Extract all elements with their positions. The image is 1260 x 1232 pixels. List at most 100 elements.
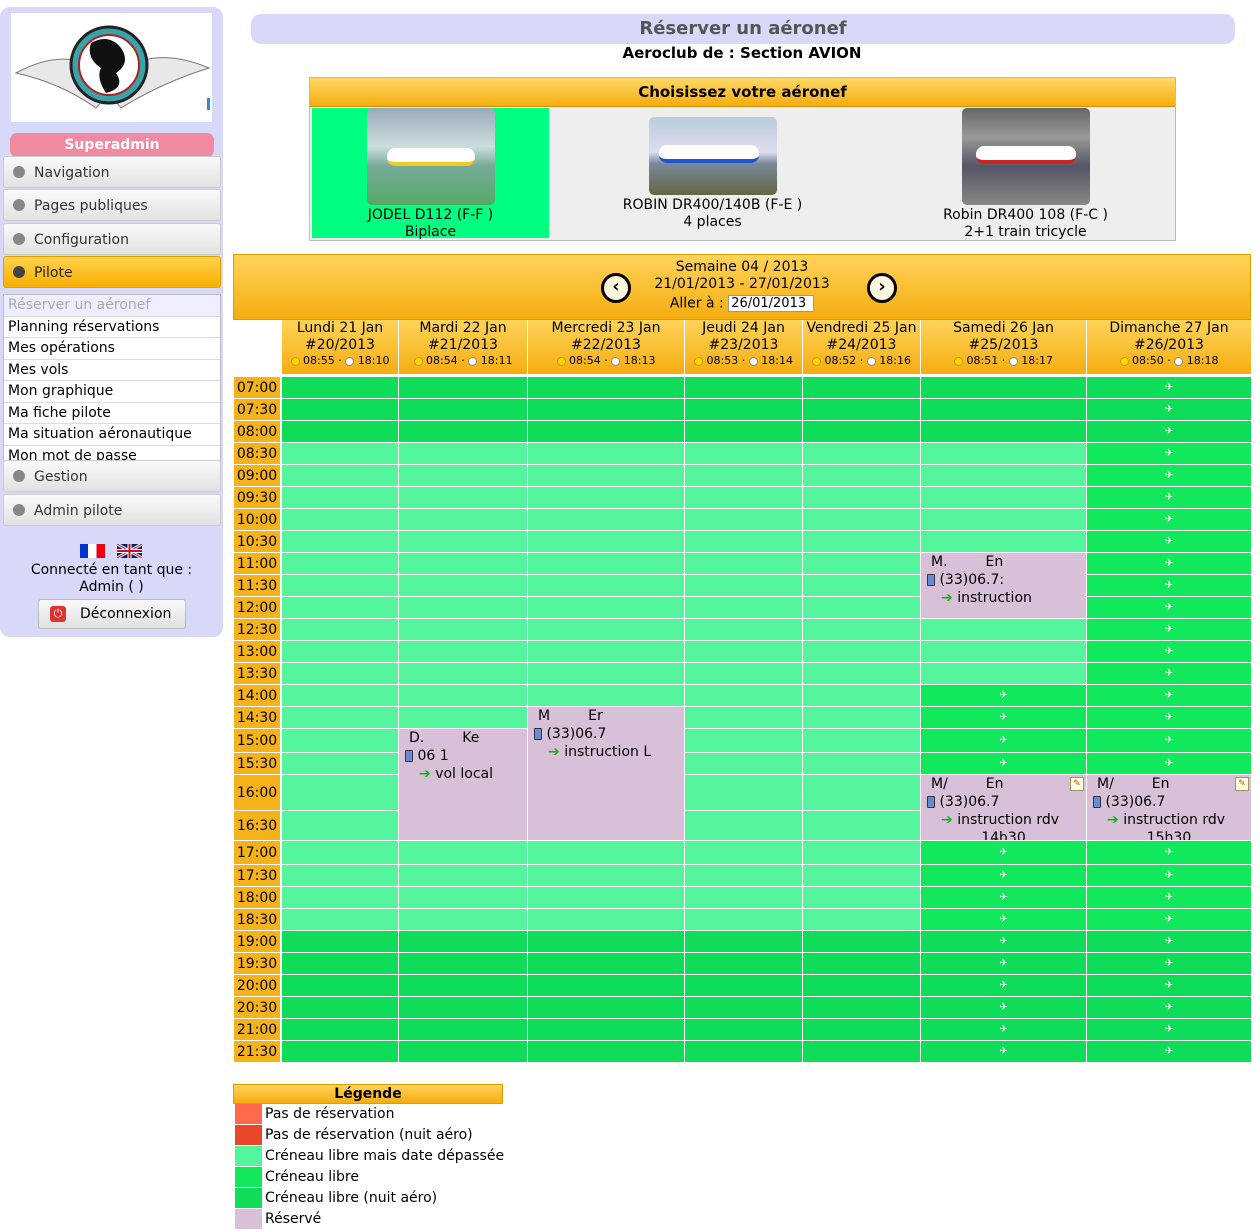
- book-plane-icon[interactable]: ✈: [1163, 870, 1175, 880]
- time-slot[interactable]: ✈: [1086, 596, 1251, 618]
- edit-icon[interactable]: ✎: [1235, 777, 1249, 791]
- time-slot[interactable]: ✈: [920, 996, 1086, 1018]
- flag-fr-icon[interactable]: [80, 544, 105, 558]
- aircraft-card-1[interactable]: JODEL D112 (F-F ) Biplace: [312, 108, 549, 240]
- logout-button[interactable]: ⏻ Déconnexion: [38, 599, 186, 629]
- nav-gestion[interactable]: Gestion: [3, 460, 221, 492]
- nav-admin-pilote[interactable]: Admin pilote: [3, 494, 221, 526]
- book-plane-icon[interactable]: ✈: [1163, 536, 1175, 546]
- book-plane-icon[interactable]: ✈: [998, 1002, 1010, 1012]
- book-plane-icon[interactable]: ✈: [1163, 602, 1175, 612]
- book-plane-icon[interactable]: ✈: [998, 892, 1010, 902]
- book-plane-icon[interactable]: ✈: [1163, 1046, 1175, 1056]
- time-slot[interactable]: ✈: [920, 952, 1086, 974]
- reservation-block[interactable]: M Er (33)06.7 ➔ instruction L: [527, 706, 684, 840]
- book-plane-icon[interactable]: ✈: [1163, 980, 1175, 990]
- reservation-block[interactable]: M/En (33)06.7 ➔ instruction rdv 15h30 ✎: [1086, 774, 1251, 840]
- time-slot[interactable]: ✈: [1086, 728, 1251, 752]
- time-slot[interactable]: ✈: [1086, 618, 1251, 640]
- time-slot[interactable]: ✈: [920, 974, 1086, 996]
- reservation-block[interactable]: D. Ke 06 1 ➔ vol local: [398, 728, 527, 840]
- aircraft-card-3[interactable]: Robin DR400 108 (F-C ) 2+1 train tricycl…: [876, 108, 1175, 240]
- time-slot[interactable]: ✈: [1086, 908, 1251, 930]
- submenu-graph[interactable]: Mon graphique: [4, 381, 220, 403]
- time-slot[interactable]: ✈: [920, 908, 1086, 930]
- nav-public-pages[interactable]: Pages publiques: [3, 189, 221, 221]
- submenu-reserve[interactable]: Réserver un aéronef: [4, 295, 220, 317]
- book-plane-icon[interactable]: ✈: [998, 758, 1010, 768]
- book-plane-icon[interactable]: ✈: [1163, 1024, 1175, 1034]
- submenu-operations[interactable]: Mes opérations: [4, 338, 220, 360]
- book-plane-icon[interactable]: ✈: [1163, 958, 1175, 968]
- time-slot[interactable]: ✈: [1086, 952, 1251, 974]
- time-slot[interactable]: ✈: [920, 684, 1086, 706]
- book-plane-icon[interactable]: ✈: [1163, 735, 1175, 745]
- time-slot[interactable]: ✈: [1086, 886, 1251, 908]
- time-slot[interactable]: ✈: [1086, 864, 1251, 886]
- time-slot[interactable]: ✈: [1086, 996, 1251, 1018]
- book-plane-icon[interactable]: ✈: [998, 735, 1010, 745]
- book-plane-icon[interactable]: ✈: [998, 914, 1010, 924]
- time-slot[interactable]: ✈: [1086, 1040, 1251, 1062]
- book-plane-icon[interactable]: ✈: [998, 1046, 1010, 1056]
- aircraft-card-2[interactable]: ROBIN DR400/140B (F-E ) 4 places: [550, 108, 875, 238]
- time-slot[interactable]: ✈: [1086, 574, 1251, 596]
- time-slot[interactable]: ✈: [1086, 376, 1251, 398]
- book-plane-icon[interactable]: ✈: [998, 690, 1010, 700]
- time-slot[interactable]: ✈: [1086, 706, 1251, 728]
- time-slot[interactable]: ✈: [920, 864, 1086, 886]
- book-plane-icon[interactable]: ✈: [998, 980, 1010, 990]
- time-slot[interactable]: ✈: [920, 752, 1086, 774]
- time-slot[interactable]: ✈: [1086, 508, 1251, 530]
- book-plane-icon[interactable]: ✈: [998, 847, 1010, 857]
- nav-navigation[interactable]: Navigation: [3, 156, 221, 188]
- time-slot[interactable]: ✈: [920, 728, 1086, 752]
- book-plane-icon[interactable]: ✈: [1163, 404, 1175, 414]
- time-slot[interactable]: ✈: [920, 840, 1086, 864]
- submenu-aero-status[interactable]: Ma situation aéronautique: [4, 424, 220, 446]
- book-plane-icon[interactable]: ✈: [1163, 847, 1175, 857]
- book-plane-icon[interactable]: ✈: [1163, 426, 1175, 436]
- book-plane-icon[interactable]: ✈: [1163, 914, 1175, 924]
- book-plane-icon[interactable]: ✈: [1163, 448, 1175, 458]
- time-slot[interactable]: ✈: [1086, 442, 1251, 464]
- time-slot[interactable]: ✈: [1086, 752, 1251, 774]
- time-slot[interactable]: ✈: [920, 930, 1086, 952]
- time-slot[interactable]: ✈: [1086, 552, 1251, 574]
- book-plane-icon[interactable]: ✈: [998, 870, 1010, 880]
- nav-configuration[interactable]: Configuration: [3, 223, 221, 255]
- time-slot[interactable]: ✈: [1086, 840, 1251, 864]
- time-slot[interactable]: ✈: [920, 886, 1086, 908]
- book-plane-icon[interactable]: ✈: [1163, 758, 1175, 768]
- book-plane-icon[interactable]: ✈: [1163, 492, 1175, 502]
- reservation-block[interactable]: M. En (33)06.7: ➔ instruction: [920, 552, 1086, 618]
- book-plane-icon[interactable]: ✈: [998, 1024, 1010, 1034]
- book-plane-icon[interactable]: ✈: [1163, 646, 1175, 656]
- book-plane-icon[interactable]: ✈: [1163, 936, 1175, 946]
- flag-uk-icon[interactable]: [117, 544, 142, 558]
- book-plane-icon[interactable]: ✈: [1163, 668, 1175, 678]
- reservation-block[interactable]: M/En (33)06.7 ➔ instruction rdv 14h30 ✎: [920, 774, 1086, 840]
- time-slot[interactable]: ✈: [920, 1018, 1086, 1040]
- time-slot[interactable]: ✈: [1086, 974, 1251, 996]
- time-slot[interactable]: ✈: [1086, 684, 1251, 706]
- book-plane-icon[interactable]: ✈: [998, 712, 1010, 722]
- submenu-flights[interactable]: Mes vols: [4, 360, 220, 381]
- book-plane-icon[interactable]: ✈: [998, 958, 1010, 968]
- time-slot[interactable]: ✈: [1086, 1018, 1251, 1040]
- book-plane-icon[interactable]: ✈: [1163, 892, 1175, 902]
- edit-icon[interactable]: ✎: [1070, 777, 1084, 791]
- book-plane-icon[interactable]: ✈: [1163, 712, 1175, 722]
- time-slot[interactable]: ✈: [1086, 464, 1251, 486]
- time-slot[interactable]: ✈: [1086, 486, 1251, 508]
- submenu-pilot-file[interactable]: Ma fiche pilote: [4, 403, 220, 424]
- book-plane-icon[interactable]: ✈: [1163, 558, 1175, 568]
- time-slot[interactable]: ✈: [1086, 930, 1251, 952]
- book-plane-icon[interactable]: ✈: [1163, 690, 1175, 700]
- submenu-planning[interactable]: Planning réservations: [4, 317, 220, 338]
- book-plane-icon[interactable]: ✈: [1163, 514, 1175, 524]
- nav-pilote[interactable]: Pilote: [3, 256, 221, 288]
- time-slot[interactable]: ✈: [1086, 420, 1251, 442]
- goto-date-input[interactable]: [728, 295, 815, 312]
- time-slot[interactable]: ✈: [1086, 398, 1251, 420]
